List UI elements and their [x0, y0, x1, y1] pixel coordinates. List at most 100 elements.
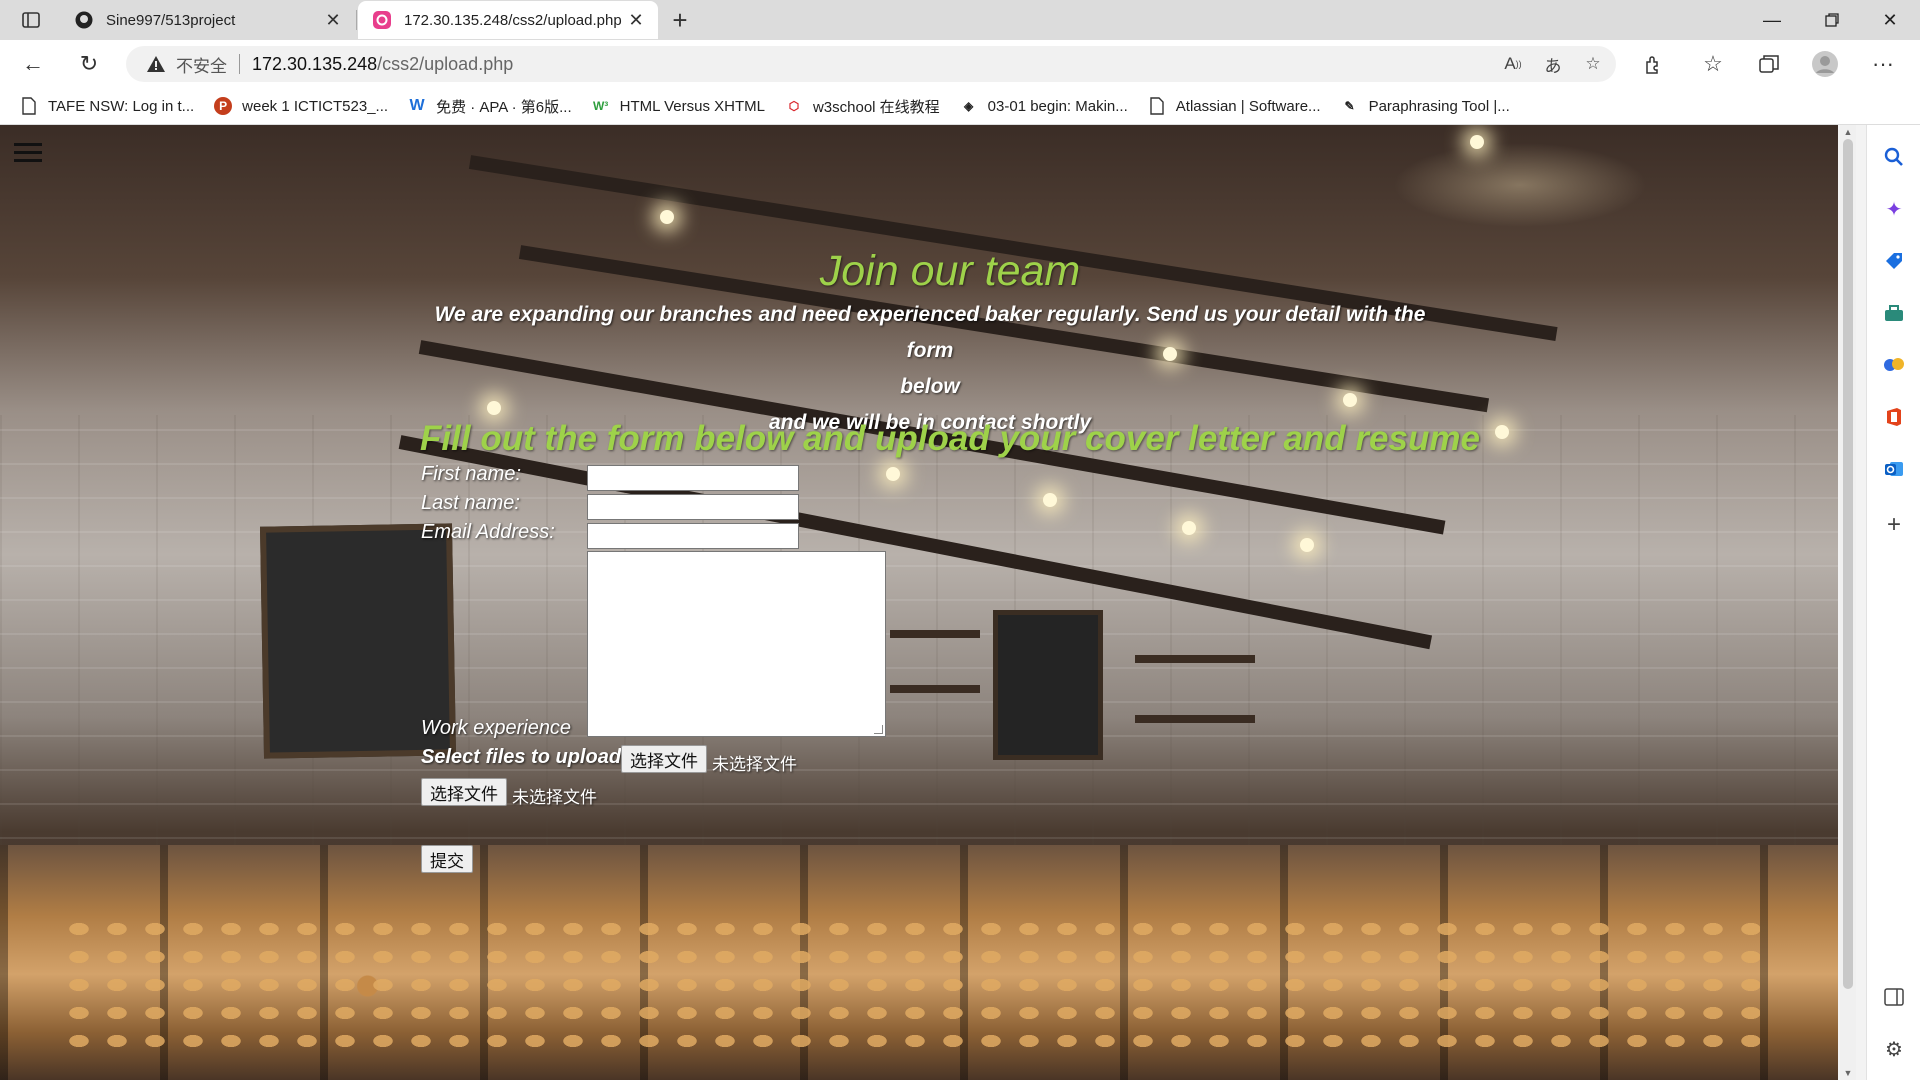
- shopping-tag-icon[interactable]: [1880, 247, 1908, 275]
- back-icon[interactable]: ←: [16, 48, 50, 80]
- shelf: [890, 630, 980, 638]
- more-menu-icon[interactable]: ···: [1866, 48, 1900, 80]
- translate-icon[interactable]: あ: [1540, 52, 1566, 76]
- shelf: [1135, 715, 1255, 723]
- bookmark-label: HTML Versus XHTML: [619, 97, 765, 115]
- close-tab-icon[interactable]: ✕: [323, 10, 343, 31]
- address-bar[interactable]: 不安全 172.30.135.248 /css2/upload.php A)) …: [126, 46, 1616, 82]
- bookmark-item[interactable]: ⬡ w3school 在线教程: [785, 96, 940, 117]
- shelf: [1135, 655, 1255, 663]
- minimize-icon[interactable]: —: [1744, 0, 1800, 40]
- bookmark-item[interactable]: W 免费 · APA · 第6版...: [408, 96, 572, 117]
- collections-icon[interactable]: [1752, 48, 1786, 80]
- add-favorite-icon[interactable]: ☆: [1580, 52, 1606, 76]
- close-window-icon[interactable]: ✕: [1862, 0, 1918, 40]
- games-icon[interactable]: [1880, 351, 1908, 379]
- submit-button[interactable]: 提交: [421, 845, 473, 873]
- outlook-icon[interactable]: [1880, 455, 1908, 483]
- close-tab-icon[interactable]: ✕: [626, 10, 646, 31]
- upload-label: Select files to upload:: [421, 746, 628, 768]
- choose-file-button[interactable]: 选择文件: [621, 745, 707, 773]
- reload-icon[interactable]: ↻: [72, 48, 106, 80]
- scrollbar-thumb[interactable]: [1843, 139, 1853, 989]
- address-divider: [239, 54, 240, 74]
- bookmark-label: Atlassian | Software...: [1175, 97, 1321, 115]
- scroll-up-icon[interactable]: ▲: [1840, 127, 1856, 137]
- tab-title: Sine997/513project: [106, 11, 236, 29]
- w-logo-icon: W: [409, 97, 425, 114]
- bookmark-label: Paraphrasing Tool |...: [1368, 97, 1510, 115]
- ceiling-light: [1300, 538, 1314, 552]
- bookmark-label: 03-01 begin: Makin...: [987, 97, 1128, 115]
- tab-separator: [356, 10, 357, 30]
- ceiling-light: [886, 467, 900, 481]
- quill-icon: ✎: [1344, 99, 1355, 113]
- ceiling-light: [1470, 135, 1484, 149]
- bread-display: [60, 915, 1760, 1055]
- last-name-input[interactable]: [587, 494, 799, 520]
- chalkboard-decoration: [993, 610, 1103, 760]
- new-tab-icon[interactable]: +: [664, 5, 696, 35]
- tab-strip: Sine997/513project ✕ 172.30.135.248/css2…: [0, 0, 1920, 40]
- hide-sidebar-icon[interactable]: [1880, 983, 1908, 1011]
- url-host: 172.30.135.248: [252, 53, 378, 74]
- scroll-down-icon[interactable]: ▼: [1840, 1068, 1856, 1078]
- page-icon: [1148, 97, 1166, 115]
- bookmark-label: w3school 在线教程: [812, 98, 940, 116]
- form-heading: Fill out the form below and upload your …: [420, 419, 1480, 458]
- w3-logo-icon: W³: [592, 99, 609, 113]
- bookmark-item[interactable]: ◈ 03-01 begin: Makin...: [960, 97, 1128, 115]
- page-title: Join our team: [819, 247, 1081, 295]
- ceiling-light: [1043, 493, 1057, 507]
- restore-icon[interactable]: [1804, 0, 1860, 40]
- intro-line: We are expanding our branches and need e…: [434, 303, 1426, 362]
- warning-icon[interactable]: [146, 53, 168, 75]
- bookmark-item[interactable]: W³ HTML Versus XHTML: [592, 97, 765, 115]
- profile-avatar-icon[interactable]: [1808, 48, 1842, 80]
- bookmark-item[interactable]: ✎ Paraphrasing Tool |...: [1341, 97, 1510, 115]
- copilot-icon[interactable]: ✦: [1880, 195, 1908, 223]
- github-icon: [74, 10, 94, 30]
- work-experience-label: Work experience: [421, 717, 572, 739]
- email-label: Email Address:: [421, 521, 555, 543]
- shelf: [890, 685, 980, 693]
- w3school-icon: ⬡: [788, 99, 800, 113]
- add-sidebar-item-icon[interactable]: +: [1880, 511, 1908, 539]
- read-aloud-icon[interactable]: A)): [1500, 52, 1526, 76]
- no-file-text-2: 未选择文件: [512, 788, 597, 807]
- bookmark-label: 免费 · APA · 第6版...: [436, 98, 572, 116]
- bookmark-item[interactable]: Atlassian | Software...: [1148, 97, 1321, 115]
- extensions-icon[interactable]: [1636, 48, 1670, 80]
- tab-actions-icon[interactable]: [14, 7, 48, 33]
- first-name-input[interactable]: [587, 465, 799, 491]
- intro-line: below: [900, 375, 960, 398]
- page-scrollbar[interactable]: ▲ ▼: [1840, 125, 1856, 1080]
- security-label[interactable]: 不安全: [176, 52, 227, 77]
- last-name-label: Last name:: [421, 492, 520, 514]
- browser-toolbar: ← ↻ 不安全 172.30.135.248 /css2/upload.php …: [0, 40, 1920, 88]
- settings-gear-icon[interactable]: ⚙: [1880, 1035, 1908, 1063]
- site-icon: [372, 10, 392, 30]
- email-input[interactable]: [587, 523, 799, 549]
- first-name-label: First name:: [421, 463, 522, 485]
- bookmark-item[interactable]: P week 1 ICTICT523_...: [214, 97, 388, 115]
- ceiling-light: [660, 210, 674, 224]
- tab-upload[interactable]: 172.30.135.248/css2/upload.php ✕: [358, 1, 658, 39]
- no-file-text: 未选择文件: [712, 755, 797, 774]
- hamburger-menu-icon[interactable]: [14, 143, 42, 163]
- favorites-icon[interactable]: ☆: [1696, 48, 1730, 80]
- choose-file-button-2[interactable]: 选择文件: [421, 778, 507, 806]
- page-viewport: Join our team We are expanding our branc…: [0, 125, 1838, 1080]
- work-experience-textarea[interactable]: [587, 551, 886, 737]
- tools-icon[interactable]: [1880, 299, 1908, 327]
- page-icon: [20, 97, 38, 115]
- tab-github[interactable]: Sine997/513project ✕: [60, 1, 355, 39]
- codepen-icon: ◈: [964, 99, 974, 113]
- search-icon[interactable]: [1880, 143, 1908, 171]
- tab-title: 172.30.135.248/css2/upload.php: [404, 11, 622, 29]
- ceiling-light: [1182, 521, 1196, 535]
- bookmark-label: TAFE NSW: Log in t...: [48, 97, 195, 115]
- bookmark-item[interactable]: TAFE NSW: Log in t...: [20, 97, 194, 115]
- url-path: /css2/upload.php: [377, 53, 514, 74]
- office-icon[interactable]: [1880, 403, 1908, 431]
